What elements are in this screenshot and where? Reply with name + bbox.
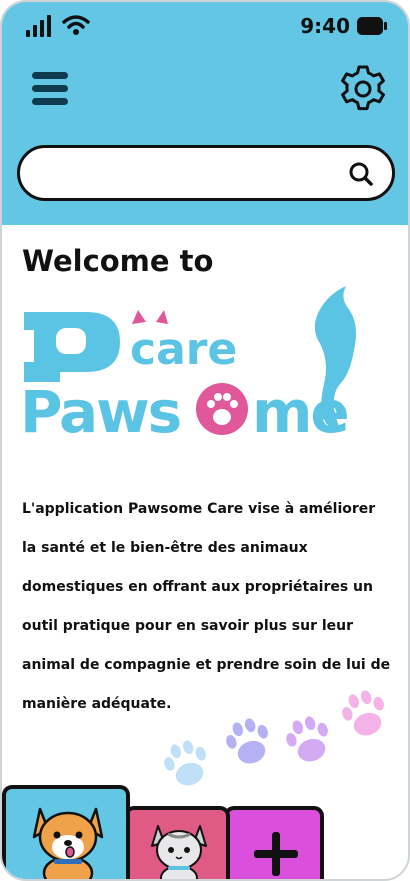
tab-cat[interactable] <box>124 806 230 879</box>
status-time: 9:40 <box>300 14 350 38</box>
tab-dog[interactable] <box>2 785 130 879</box>
phone-frame: 9:40 Welcome to care Paws me L'applicati… <box>0 0 410 881</box>
search-bar[interactable] <box>17 145 395 201</box>
pawsome-care-logo: care Paws me <box>20 286 356 440</box>
welcome-heading: Welcome to <box>22 244 214 278</box>
dog-avatar-icon <box>32 807 104 879</box>
search-input[interactable] <box>38 158 338 190</box>
app-description: L'application Pawsome Care vise à amélio… <box>22 501 391 712</box>
paw-prints-decoration <box>164 690 384 786</box>
plus-icon <box>254 832 298 876</box>
gear-icon[interactable] <box>338 64 388 114</box>
signal-icon <box>26 15 51 37</box>
logo-pawsome-text: Paws <box>20 378 180 440</box>
status-bar: 9:40 <box>2 2 408 52</box>
wifi-icon <box>62 15 90 35</box>
logo-care-text: care <box>130 324 237 375</box>
battery-icon <box>357 17 387 35</box>
cat-avatar-icon <box>151 825 207 879</box>
tab-add-pet[interactable] <box>224 806 324 879</box>
hamburger-icon <box>32 72 68 79</box>
menu-button[interactable] <box>32 72 70 110</box>
header: 9:40 <box>2 2 408 225</box>
search-icon[interactable] <box>348 161 374 187</box>
